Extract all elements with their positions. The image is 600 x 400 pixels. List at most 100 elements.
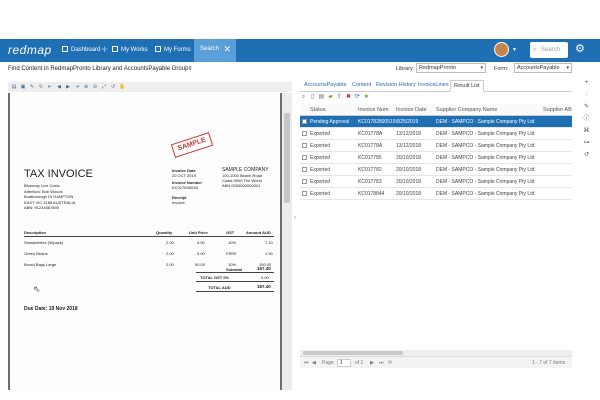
zoom-in-icon[interactable]: ⊕ bbox=[83, 84, 89, 90]
last-page-icon[interactable]: ⏭ bbox=[379, 360, 384, 366]
save-icon[interactable]: ▣ bbox=[20, 84, 26, 90]
total-value: 167.40 bbox=[257, 284, 271, 289]
forms-icon bbox=[155, 46, 161, 52]
invoice-meta: Invoice Date 20 OCT 2019 Invoice Number … bbox=[172, 168, 203, 205]
refresh-icon[interactable]: ⟳ bbox=[354, 94, 361, 101]
chevron-down-icon[interactable]: ▼ bbox=[512, 47, 517, 53]
panel-resize-handle[interactable]: ‹ bbox=[294, 215, 296, 221]
table-row[interactable]: Exported KC017783 20/10/2018 DEM - SAMPC… bbox=[300, 176, 572, 188]
rotate-left-icon[interactable]: ↺ bbox=[110, 84, 116, 90]
folder-icon[interactable]: ▰ bbox=[327, 94, 334, 101]
line-gst: FREE bbox=[226, 251, 237, 256]
line-gst: 10% bbox=[228, 240, 237, 245]
prev-page-icon[interactable]: ◀ bbox=[56, 84, 62, 90]
close-icon[interactable]: ✕ bbox=[223, 44, 231, 55]
form-select[interactable]: AccountsPayable ▾ bbox=[514, 63, 572, 73]
col-supplier-name[interactable]: Supplier Company Name bbox=[436, 107, 497, 113]
info-icon[interactable]: ⓘ bbox=[583, 116, 590, 123]
col-invoice-date[interactable]: Invoice Date bbox=[396, 107, 427, 113]
table-row[interactable]: Exported KC0178844 20/10/2018 DEM - SAMP… bbox=[300, 188, 572, 200]
search-icon: ⌕ bbox=[533, 47, 537, 53]
page-number-input[interactable]: 1 bbox=[337, 359, 351, 367]
line-qty: 2.00 bbox=[166, 262, 174, 267]
tab-accountspayable[interactable]: AccountsPayable bbox=[304, 82, 347, 88]
row-checkbox[interactable] bbox=[302, 119, 307, 124]
prev-page-icon[interactable]: ◀ bbox=[312, 360, 316, 366]
tab-search[interactable]: Search ✕ bbox=[194, 39, 236, 62]
table-row[interactable]: Exported KC017785 20/10/2018 DEM - SAMPC… bbox=[300, 152, 572, 164]
col-unit-price: Unit Price bbox=[189, 230, 208, 235]
line-price: 3.00 bbox=[197, 251, 205, 256]
row-checkbox[interactable] bbox=[302, 143, 307, 148]
attachment-icon[interactable]: ⌘ bbox=[583, 128, 590, 135]
add-icon[interactable]: + bbox=[101, 42, 108, 56]
next-page-icon[interactable]: ▶ bbox=[65, 84, 71, 90]
tab-content[interactable]: Content bbox=[352, 82, 371, 88]
avatar[interactable] bbox=[494, 42, 509, 57]
workflow-icon[interactable]: ⊶ bbox=[583, 140, 590, 147]
gst-total-value: 0.00 bbox=[261, 275, 269, 280]
last-page-icon[interactable]: ⇥ bbox=[74, 84, 80, 90]
scroll-thumb[interactable] bbox=[284, 113, 290, 203]
table-row[interactable]: Exported KC01778A 13/12/2018 DEM - SAMPC… bbox=[300, 140, 572, 152]
nav-my-works[interactable]: My Works bbox=[112, 45, 148, 56]
nav-my-forms[interactable]: My Forms bbox=[155, 45, 191, 56]
fit-icon[interactable]: ⤢ bbox=[101, 84, 107, 90]
star-icon[interactable]: ★ bbox=[363, 94, 370, 101]
tab-invoicelines[interactable]: InvoiceLines bbox=[418, 82, 449, 88]
chevron-down-icon: ▾ bbox=[480, 65, 483, 71]
add-icon[interactable]: + bbox=[583, 80, 590, 87]
row-checkbox[interactable] bbox=[302, 155, 307, 160]
refresh-icon[interactable]: ⟳ bbox=[388, 360, 392, 366]
chevron-down-icon: ▾ bbox=[566, 65, 569, 71]
search-input[interactable]: ⌕ Search bbox=[530, 42, 568, 58]
nav-dashboard[interactable]: Dashboard bbox=[62, 45, 100, 56]
line-price: 50.00 bbox=[195, 262, 206, 267]
row-checkbox[interactable] bbox=[302, 179, 307, 184]
history-icon[interactable]: ↺ bbox=[583, 152, 590, 159]
tab-revision-history[interactable]: Revision History bbox=[376, 82, 416, 88]
gear-icon[interactable]: ⚙ bbox=[575, 42, 585, 55]
comment-icon[interactable]: ◌ bbox=[583, 92, 590, 99]
gst-total-label: TOTAL GST 0% bbox=[200, 275, 230, 280]
row-checkbox[interactable] bbox=[302, 167, 307, 172]
col-gst: GST bbox=[226, 230, 235, 235]
print-icon[interactable]: ▤ bbox=[11, 84, 17, 90]
viewer-scrollbar[interactable] bbox=[282, 93, 292, 390]
search-icon[interactable]: ⌕ bbox=[300, 94, 307, 101]
tab-result-list[interactable]: Result List bbox=[450, 80, 484, 92]
scroll-thumb[interactable] bbox=[303, 351, 403, 355]
row-checkbox[interactable] bbox=[302, 191, 307, 196]
app-logo[interactable]: redmap bbox=[8, 43, 52, 57]
first-page-icon[interactable]: ⇤ bbox=[47, 84, 53, 90]
pencil-icon[interactable]: ✎ bbox=[29, 84, 35, 90]
table-row[interactable]: Pending Approval KC01782800519 8/25/2019… bbox=[300, 116, 572, 128]
table-divider bbox=[24, 236, 274, 237]
col-invoice-num[interactable]: Invoice Num bbox=[358, 107, 389, 113]
delete-icon[interactable]: ✖ bbox=[345, 94, 352, 101]
chevron-updown-icon[interactable]: ⇕ bbox=[188, 66, 193, 72]
print-icon[interactable]: ▤ bbox=[318, 94, 325, 101]
zoom-out-icon[interactable]: ⊖ bbox=[92, 84, 98, 90]
document-icon[interactable]: ▯ bbox=[309, 94, 316, 101]
first-page-icon[interactable]: ⏮ bbox=[304, 360, 309, 366]
line-desc: Broad Bags Large bbox=[24, 262, 57, 267]
next-page-icon[interactable]: ▶ bbox=[370, 360, 374, 366]
edit-icon[interactable]: ✎ bbox=[583, 104, 590, 111]
rotate-icon[interactable]: ↻ bbox=[38, 84, 44, 90]
row-checkbox[interactable] bbox=[302, 131, 307, 136]
line-price: 3.50 bbox=[197, 240, 205, 245]
hand-icon[interactable]: ✋ bbox=[119, 84, 125, 90]
library-select[interactable]: RedmapPronto ▾ bbox=[416, 63, 486, 73]
line-desc: Strawberries (50pack) bbox=[24, 240, 64, 245]
form-label: Form: bbox=[494, 66, 509, 72]
table-row[interactable]: Exported KC01778A 13/12/2018 DEM - SAMPC… bbox=[300, 128, 572, 140]
export-icon[interactable]: ⇪ bbox=[336, 94, 343, 101]
due-date: Due Date: 19 Nov 2018 bbox=[24, 306, 78, 312]
col-supplier-abn[interactable]: Supplier AB bbox=[543, 107, 572, 113]
invoice-title: TAX INVOICE bbox=[24, 168, 93, 180]
table-row[interactable]: Exported KC017782 20/10/2018 DEM - SAMPC… bbox=[300, 164, 572, 176]
col-status[interactable]: Status bbox=[310, 107, 326, 113]
bill-to-address: Bluemap Live Costs Attention: Bob Woods … bbox=[24, 183, 76, 210]
line-amount: 1.90 bbox=[265, 251, 273, 256]
